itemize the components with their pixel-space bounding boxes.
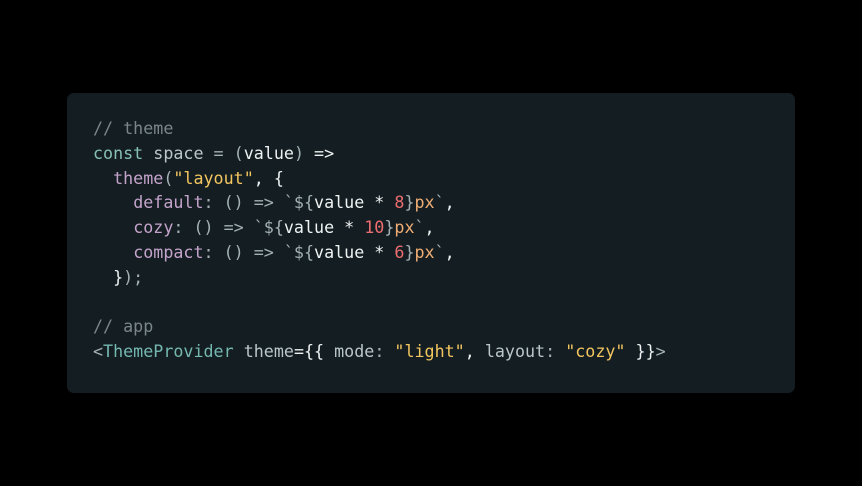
code-token-bright: value *: [314, 241, 395, 262]
code-token-template: px: [394, 217, 415, 238]
code-token-bright: value *: [314, 192, 395, 213]
code-line: const space = (value) =>: [93, 141, 795, 166]
code-token-property: default: [133, 192, 204, 213]
code-token-bright: ,: [444, 192, 455, 213]
code-token-string: "light": [394, 341, 465, 362]
code-token-bright: ={{: [293, 341, 335, 362]
code-token-property: theme: [113, 167, 164, 188]
code-token-identifier: space: [153, 142, 204, 163]
code-token-punctuation: }: [404, 241, 415, 262]
code-line: theme("layout", {: [93, 166, 795, 191]
code-token-punctuation: (: [163, 167, 174, 188]
code-token-identifier: theme: [243, 341, 294, 362]
code-token-property: cozy: [133, 217, 174, 238]
code-token-number: 6: [394, 241, 405, 262]
code-token-template: px: [414, 241, 435, 262]
code-token-comment: // theme: [93, 118, 174, 138]
code-token-number: 10: [364, 217, 385, 238]
code-token-template: px: [414, 192, 435, 213]
code-token-keyword: const: [93, 142, 154, 163]
code-token-bright: ,: [424, 217, 435, 238]
code-token-bright: value: [243, 142, 294, 163]
code-token-punctuation: [93, 217, 133, 237]
code-line: default: () => `${value * 8}px`,: [93, 190, 795, 215]
code-block: // theme const space = (value) => theme("…: [67, 93, 795, 393]
code-token-punctuation: [93, 168, 113, 188]
code-token-punctuation: [93, 242, 133, 262]
code-token-punctuation: `${: [283, 241, 315, 262]
code-token-property: compact: [133, 241, 204, 262]
code-token-string: "cozy": [565, 341, 626, 362]
code-token-punctuation: [93, 267, 113, 287]
code-token-punctuation: }: [384, 217, 395, 238]
code-token-punctuation: [234, 341, 244, 361]
code-lines: // theme const space = (value) => theme("…: [93, 116, 795, 364]
code-line: cozy: () => `${value * 10}px`,: [93, 215, 795, 240]
code-token-bright: ,: [444, 241, 455, 262]
code-token-bright: ,: [464, 341, 485, 362]
code-token-bright: }: [113, 266, 124, 287]
code-token-bright: value *: [283, 217, 365, 238]
code-line: <ThemeProvider theme={{ mode: "light", l…: [93, 339, 795, 364]
code-line: // app: [93, 314, 795, 339]
code-token-punctuation: : () =>: [203, 241, 284, 262]
code-token-comment: // app: [93, 316, 154, 337]
code-token-punctuation: `: [434, 192, 445, 213]
code-token-punctuation: `: [414, 217, 425, 238]
code-token-identifier: layout: [484, 341, 546, 362]
code-token-punctuation: );: [123, 266, 144, 287]
code-token-punctuation: : () =>: [173, 217, 254, 238]
code-token-string: "layout": [173, 167, 254, 188]
code-token-identifier: mode: [334, 341, 375, 362]
code-token-bright: =>: [314, 142, 335, 163]
code-token-punctuation: :: [374, 341, 395, 362]
code-token-punctuation: }: [404, 192, 415, 213]
code-token-punctuation: ): [293, 142, 315, 163]
code-token-punctuation: `: [434, 241, 445, 262]
code-token-punctuation: [93, 192, 133, 212]
code-token-component: ThemeProvider: [103, 341, 234, 362]
code-token-punctuation: <: [93, 341, 104, 362]
code-token-number: 8: [394, 192, 405, 213]
code-token-punctuation: (: [233, 142, 244, 163]
code-token-punctuation: :: [545, 341, 566, 362]
code-token-punctuation: : () =>: [203, 192, 284, 213]
code-token-punctuation: =: [203, 142, 234, 163]
code-token-punctuation: `${: [283, 192, 315, 213]
code-token-punctuation: >: [655, 341, 666, 362]
code-token-bright: }}: [625, 341, 656, 362]
code-token-bright: , {: [253, 167, 284, 188]
code-token-punctuation: `${: [253, 217, 284, 238]
code-line: // theme: [93, 116, 795, 141]
code-line: });: [93, 265, 795, 290]
code-line: compact: () => `${value * 6}px`,: [93, 240, 795, 265]
